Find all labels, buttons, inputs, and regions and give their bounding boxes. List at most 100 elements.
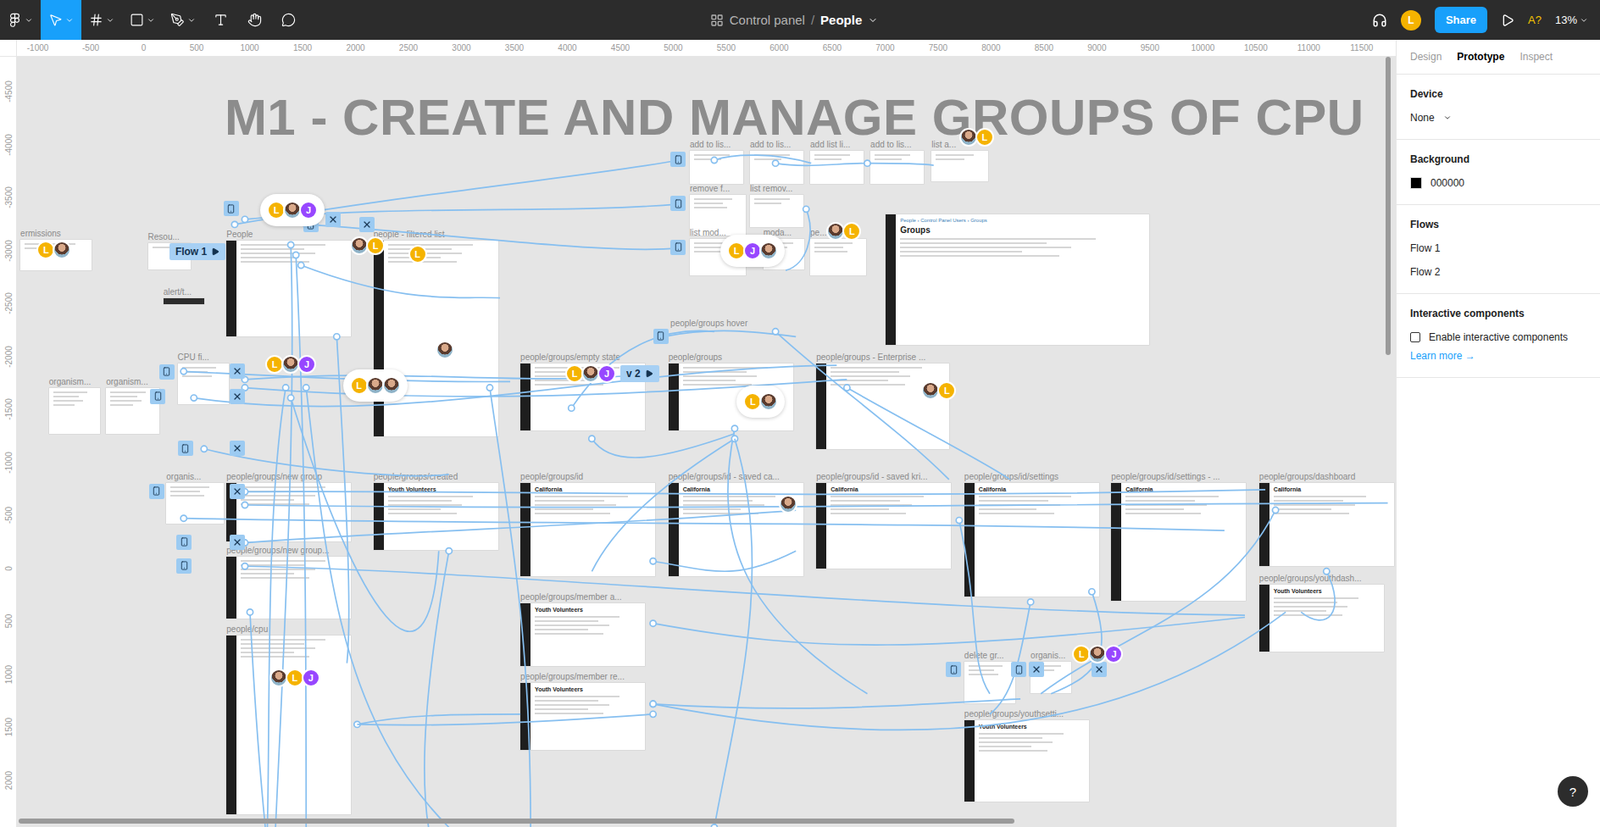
file-name[interactable]: Control panel bbox=[729, 12, 806, 28]
close-handle[interactable] bbox=[359, 216, 375, 233]
close-handle[interactable] bbox=[325, 211, 341, 228]
checkbox[interactable] bbox=[1410, 332, 1421, 343]
frame-label[interactable]: list remov... bbox=[750, 183, 793, 195]
connection[interactable] bbox=[241, 563, 1245, 616]
play-icon[interactable] bbox=[1500, 13, 1515, 28]
avatar-cluster[interactable]: L bbox=[408, 244, 428, 264]
frame-label[interactable]: pe... bbox=[810, 227, 827, 239]
connection[interactable] bbox=[785, 205, 811, 271]
device-handle[interactable] bbox=[176, 558, 192, 574]
connection[interactable] bbox=[650, 699, 1021, 709]
frame-label[interactable]: people/groups - Enterprise ... bbox=[816, 352, 926, 363]
tool-button[interactable] bbox=[162, 0, 204, 40]
panel-tab[interactable]: Design bbox=[1410, 50, 1442, 63]
frame[interactable] bbox=[750, 150, 804, 184]
connection[interactable] bbox=[588, 433, 735, 458]
zoom-menu[interactable]: 13% bbox=[1555, 13, 1589, 27]
frame[interactable] bbox=[226, 556, 351, 618]
device-handle[interactable] bbox=[670, 195, 686, 212]
frame-label[interactable]: remove f... bbox=[689, 183, 730, 195]
device-handle[interactable] bbox=[945, 661, 962, 678]
frame-label[interactable]: people/groups/id - saved ca... bbox=[668, 472, 780, 483]
color-swatch[interactable] bbox=[1410, 177, 1423, 189]
frame-label[interactable]: People bbox=[226, 229, 253, 240]
frame-label[interactable]: list mod... bbox=[689, 227, 727, 239]
connection[interactable] bbox=[241, 501, 1388, 508]
connection[interactable] bbox=[955, 516, 990, 694]
tool-button[interactable] bbox=[122, 0, 163, 40]
help-button[interactable]: ? bbox=[1557, 776, 1589, 807]
avatar-cluster[interactable]: LJ bbox=[565, 364, 617, 384]
avatar-cluster[interactable]: LJ bbox=[720, 234, 785, 267]
connection[interactable] bbox=[568, 330, 715, 412]
frame[interactable] bbox=[226, 240, 351, 337]
frame-label[interactable]: people/groups/new group bbox=[226, 472, 323, 483]
frame-label[interactable]: organis... bbox=[166, 472, 201, 483]
device-handle[interactable] bbox=[149, 483, 165, 500]
frame[interactable]: Youth Volunteers bbox=[520, 683, 645, 750]
connection[interactable] bbox=[303, 384, 450, 827]
frame-label[interactable]: people/groups/created bbox=[373, 472, 459, 483]
avatar-cluster[interactable]: L bbox=[36, 240, 72, 260]
frame-label[interactable]: people/groups/member a... bbox=[520, 592, 623, 603]
tool-button[interactable] bbox=[0, 0, 41, 40]
tool-button[interactable] bbox=[40, 0, 82, 40]
canvas[interactable]: M1 - CREATE AND MANAGE GROUPS OF CPUadd … bbox=[16, 56, 1396, 827]
frame[interactable]: California bbox=[816, 483, 951, 569]
accessibility-button[interactable]: A? bbox=[1527, 13, 1542, 27]
connection[interactable] bbox=[711, 438, 752, 827]
connection[interactable] bbox=[591, 435, 738, 572]
close-handle[interactable] bbox=[229, 483, 245, 500]
frame-label[interactable]: organis... bbox=[1030, 650, 1066, 662]
tool-button[interactable] bbox=[81, 0, 123, 40]
close-handle[interactable] bbox=[229, 534, 245, 550]
frame[interactable] bbox=[163, 298, 205, 305]
frame-label[interactable]: add to lis... bbox=[689, 139, 731, 150]
frame[interactable] bbox=[931, 150, 988, 182]
frame[interactable] bbox=[226, 483, 351, 543]
frame-label[interactable]: alert/t... bbox=[163, 287, 192, 298]
frame[interactable] bbox=[166, 483, 223, 524]
avatar-cluster[interactable] bbox=[778, 494, 798, 514]
frame-label[interactable]: people/cpu bbox=[226, 624, 268, 635]
panel-tab[interactable]: Prototype bbox=[1456, 50, 1505, 63]
tool-button[interactable] bbox=[203, 0, 238, 40]
frame[interactable]: California bbox=[964, 483, 1100, 598]
avatar-cluster[interactable]: LJ bbox=[269, 668, 321, 688]
connection[interactable] bbox=[486, 384, 531, 827]
connection[interactable] bbox=[298, 261, 500, 298]
frame-label[interactable]: add to lis... bbox=[750, 139, 791, 150]
frame-label[interactable]: organism... bbox=[105, 377, 148, 388]
section-title[interactable]: M1 - CREATE AND MANAGE GROUPS OF CPU bbox=[224, 88, 1365, 147]
frame-label[interactable]: people/groups/id/settings - ... bbox=[1111, 472, 1220, 483]
frame-label[interactable]: CPU fi... bbox=[177, 352, 210, 363]
frame-label[interactable]: list a... bbox=[931, 139, 956, 150]
horizontal-scrollbar[interactable] bbox=[18, 818, 1015, 824]
frame-label[interactable]: people/groups/member re... bbox=[520, 672, 625, 683]
frame[interactable]: Youth Volunteers bbox=[373, 483, 499, 550]
vertical-scrollbar[interactable] bbox=[1385, 56, 1391, 356]
device-select[interactable]: None bbox=[1410, 111, 1587, 124]
frame-label[interactable]: ermissions bbox=[20, 228, 62, 239]
connection[interactable] bbox=[660, 330, 796, 340]
frame[interactable] bbox=[49, 388, 100, 434]
frame-label[interactable]: people/groups bbox=[668, 352, 723, 363]
learn-more-link[interactable]: Learn more → bbox=[1410, 350, 1587, 362]
frame[interactable]: Youth Volunteers bbox=[964, 720, 1089, 802]
connection[interactable] bbox=[246, 609, 266, 827]
avatar-cluster[interactable]: L bbox=[826, 222, 862, 241]
connection[interactable] bbox=[354, 714, 521, 728]
connection[interactable] bbox=[772, 160, 867, 167]
frame[interactable]: Youth Volunteers bbox=[520, 603, 645, 667]
close-handle[interactable] bbox=[229, 363, 245, 379]
frame-label[interactable]: add list li... bbox=[810, 139, 850, 150]
connection[interactable] bbox=[241, 488, 1266, 495]
frame[interactable] bbox=[810, 238, 867, 276]
page-name[interactable]: People bbox=[820, 12, 862, 28]
connection[interactable] bbox=[356, 711, 656, 725]
avatar-cluster[interactable]: L bbox=[921, 381, 956, 400]
frame-label[interactable]: add to lis... bbox=[870, 139, 912, 150]
frame-label[interactable]: people/groups/youthdash... bbox=[1259, 573, 1362, 584]
device-handle[interactable] bbox=[150, 388, 166, 405]
avatar-cluster[interactable]: LJ bbox=[1072, 644, 1123, 664]
